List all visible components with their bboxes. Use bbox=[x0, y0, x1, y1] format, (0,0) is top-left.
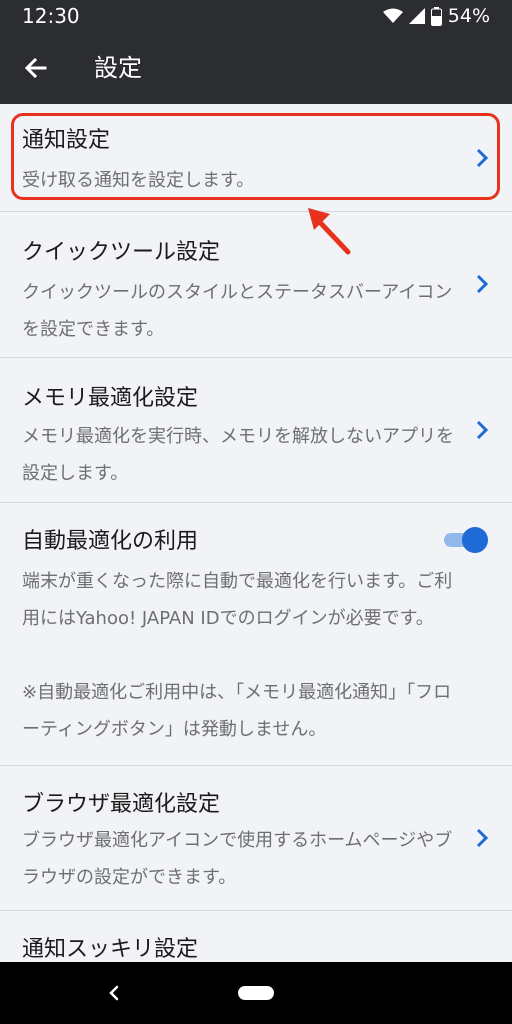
item-title: メモリ最適化設定 bbox=[22, 386, 199, 411]
chevron-right-icon bbox=[472, 826, 492, 850]
item-description: クイックツールのスタイルとステータスバーアイコンを設定できます。 bbox=[22, 282, 453, 340]
chevron-right-icon bbox=[472, 418, 492, 442]
back-arrow-icon bbox=[24, 57, 47, 79]
item-description: ブラウザ最適化アイコンで使用するホームページやブラウザの設定ができます。 bbox=[22, 830, 453, 888]
navigation-bar bbox=[0, 962, 512, 1024]
cell-signal-icon bbox=[408, 8, 425, 24]
item-note: ※自動最適化ご利用中は、「メモリ最適化通知」「フローティングボタン」は発動しませ… bbox=[22, 682, 452, 740]
settings-list: 通知設定 受け取る通知を設定します。 クイックツール設定 クイックツールのスタイ… bbox=[0, 104, 512, 1024]
settings-item-memory-optimize[interactable]: メモリ最適化設定 メモリ最適化を実行時、メモリを解放しないアプリを設定します。 bbox=[0, 358, 512, 503]
item-title: 通知スッキリ設定 bbox=[22, 937, 199, 962]
highlight-annotation bbox=[11, 113, 500, 200]
page-title: 設定 bbox=[94, 54, 142, 82]
arrow-annotation-icon bbox=[308, 208, 351, 255]
back-button[interactable] bbox=[18, 50, 54, 86]
nav-back-icon[interactable] bbox=[104, 982, 124, 1004]
battery-percent: 54% bbox=[447, 5, 490, 27]
auto-optimize-toggle[interactable] bbox=[444, 527, 488, 553]
toggle-knob bbox=[462, 527, 488, 553]
item-title: ブラウザ最適化設定 bbox=[22, 792, 221, 817]
settings-item-auto-optimize: 自動最適化の利用 端末が重くなった際に自動で最適化を行います。ご利用にはYaho… bbox=[0, 503, 512, 766]
item-description: メモリ最適化を実行時、メモリを解放しないアプリを設定します。 bbox=[22, 426, 454, 484]
settings-item-browser-optimize[interactable]: ブラウザ最適化設定 ブラウザ最適化アイコンで使用するホームページやブラウザの設定… bbox=[0, 766, 512, 911]
chevron-right-icon bbox=[472, 272, 492, 296]
app-bar: 設定 bbox=[0, 32, 512, 104]
settings-screen: 12:30 54% 設定 通知設定 受け取る通知を設定します。 クイックツール設… bbox=[0, 0, 512, 1024]
battery-icon bbox=[430, 6, 442, 26]
item-title: クイックツール設定 bbox=[22, 240, 221, 265]
nav-home-pill[interactable] bbox=[238, 986, 274, 1000]
settings-item-quick-tool[interactable]: クイックツール設定 クイックツールのスタイルとステータスバーアイコンを設定できま… bbox=[0, 212, 512, 358]
item-description: 端末が重くなった際に自動で最適化を行います。ご利用にはYahoo! JAPAN … bbox=[22, 571, 453, 629]
status-bar: 12:30 54% bbox=[0, 0, 512, 32]
wifi-icon bbox=[382, 8, 403, 23]
item-title: 自動最適化の利用 bbox=[22, 529, 199, 554]
status-time: 12:30 bbox=[22, 4, 80, 28]
status-icons: 54% bbox=[382, 4, 490, 28]
